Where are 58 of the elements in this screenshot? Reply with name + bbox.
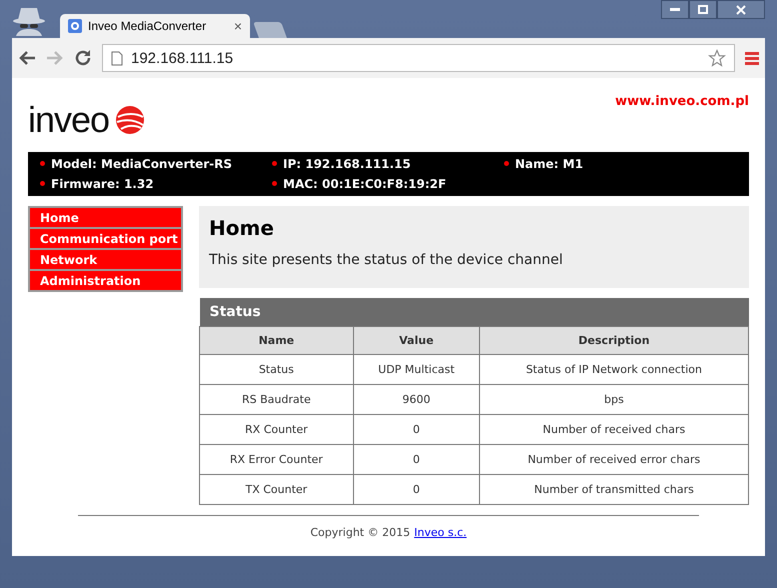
- column-header: Description: [479, 326, 748, 354]
- globe-logo-icon: [115, 105, 146, 135]
- device-info-text: MAC: 00:1E:C0:F8:19:2F: [283, 176, 446, 190]
- close-icon: [736, 4, 746, 14]
- device-info-text: Firmware: 1.32: [51, 176, 154, 190]
- table-cell: 0: [353, 444, 480, 474]
- device-info-text: Model: MediaConverter-RS: [51, 156, 232, 170]
- address-text: 192.168.111.15: [131, 50, 234, 66]
- copyright-text: Copyright © 2015: [310, 526, 410, 538]
- table-cell: Number of transmitted chars: [479, 474, 748, 504]
- company-link[interactable]: Inveo s.c.: [414, 526, 467, 538]
- favicon-icon: [68, 19, 82, 33]
- bullet-icon: [40, 161, 45, 166]
- page-icon: [111, 50, 123, 66]
- bullet-icon: [504, 161, 509, 166]
- table-cell: bps: [479, 384, 748, 414]
- menu-item[interactable]: Network: [30, 250, 181, 271]
- column-header: Name: [200, 326, 354, 354]
- address-bar[interactable]: 192.168.111.15: [102, 44, 735, 72]
- back-icon[interactable]: [18, 50, 36, 66]
- column-header: Value: [353, 326, 480, 354]
- table-cell: 0: [353, 474, 480, 504]
- table-cell: Number of received error chars: [479, 444, 748, 474]
- logo-text: inveo: [28, 102, 110, 138]
- reload-icon[interactable]: [74, 49, 92, 67]
- minimize-icon: [670, 8, 680, 11]
- menu-item[interactable]: Administration: [30, 271, 181, 292]
- bullet-icon: [272, 161, 277, 166]
- table-cell: Number of received chars: [479, 414, 748, 444]
- menu-icon[interactable]: [745, 51, 759, 65]
- browser-tab[interactable]: Inveo MediaConverter ×: [60, 14, 250, 38]
- star-icon[interactable]: [708, 49, 726, 67]
- minimize-button[interactable]: [661, 0, 689, 19]
- table-cell: 9600: [353, 384, 480, 414]
- table-cell: RS Baudrate: [200, 384, 354, 414]
- incognito-icon: [12, 6, 46, 36]
- page-title: Home: [209, 216, 275, 240]
- intro-text: This site presents the status of the device channel: [209, 252, 564, 268]
- table-title: Status: [200, 298, 748, 326]
- bullet-icon: [272, 181, 277, 186]
- close-icon[interactable]: ×: [234, 18, 242, 34]
- tab-title: Inveo MediaConverter: [88, 19, 208, 33]
- menu-item[interactable]: Communication port: [30, 229, 181, 250]
- table-cell: 0: [353, 414, 480, 444]
- close-button[interactable]: [717, 0, 765, 19]
- maximize-button[interactable]: [689, 0, 717, 19]
- website-link[interactable]: www.inveo.com.pl: [615, 94, 749, 109]
- bullet-icon: [40, 181, 45, 186]
- table-cell: RX Error Counter: [200, 444, 354, 474]
- table-cell: TX Counter: [200, 474, 354, 504]
- menu-item[interactable]: Home: [30, 208, 181, 229]
- table-cell: Status: [200, 354, 354, 384]
- table-cell: Status of IP Network connection: [479, 354, 748, 384]
- table-cell: RX Counter: [200, 414, 354, 444]
- table-cell: UDP Multicast: [353, 354, 480, 384]
- device-info-text: Name: M1: [515, 156, 584, 170]
- maximize-icon: [698, 5, 708, 14]
- device-info-text: IP: 192.168.111.15: [283, 156, 411, 170]
